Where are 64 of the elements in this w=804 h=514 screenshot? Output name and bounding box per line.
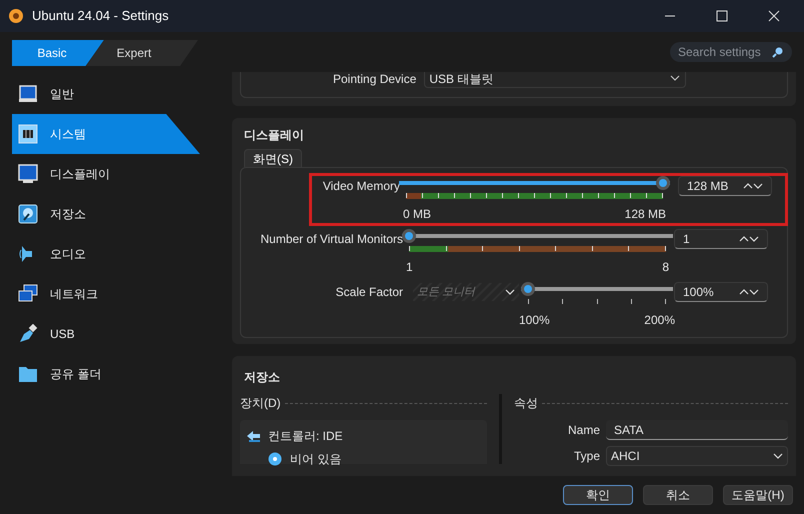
slider-thumb[interactable] <box>521 282 535 296</box>
folder-icon <box>18 364 38 384</box>
window-title: Ubuntu 24.04 - Settings <box>32 7 169 26</box>
section-title: 저장소 <box>244 369 281 386</box>
chevron-down-icon <box>749 287 759 297</box>
spin-box[interactable]: 1 <box>674 229 768 249</box>
usb-icon <box>18 324 38 344</box>
chevron-down-icon <box>749 234 759 244</box>
slider-label: Scale Factor <box>336 284 403 301</box>
chevron-down-icon <box>505 287 515 297</box>
slider-label: Number of Virtual Monitors <box>260 231 403 248</box>
slider-thumb[interactable] <box>402 229 416 243</box>
spin-box[interactable]: 100% <box>674 282 768 302</box>
group-label: 장치(D) <box>240 395 281 412</box>
scale-label: 0 MB <box>403 206 432 223</box>
scale-label: 200% <box>644 312 675 329</box>
monitor-icon <box>18 84 38 104</box>
field-label: Type <box>572 448 600 465</box>
tab[interactable]: 화면(S) <box>244 149 302 167</box>
sidebar-item[interactable]: 일반 <box>12 74 200 114</box>
dropdown[interactable]: USB 태블릿 <box>424 72 686 88</box>
scale-label: 100% <box>519 312 550 329</box>
sidebar-item[interactable]: 저장소 <box>12 194 200 234</box>
search-field[interactable]: Search settings <box>670 42 792 62</box>
scale-label: 8 <box>662 259 669 276</box>
scale-label: 128 MB <box>624 206 666 223</box>
close-icon <box>768 10 780 22</box>
input-field[interactable]: SATA <box>606 420 788 440</box>
sidebar-item[interactable]: 디스플레이 <box>12 154 200 194</box>
chevron-up-icon <box>739 234 749 244</box>
field-label: Name <box>566 422 600 439</box>
tree-item[interactable]: 컨트롤러: IDE <box>246 424 488 447</box>
dialog-button[interactable]: 도움말(H) <box>723 485 793 505</box>
slider-label: Video Memory <box>322 178 400 195</box>
chevron-up-icon <box>739 287 749 297</box>
sidebar-item[interactable]: USB <box>12 314 200 354</box>
dialog-button[interactable]: 취소 <box>643 485 713 505</box>
sidebar-item[interactable]: 오디오 <box>12 234 200 274</box>
sidebar-item[interactable]: 네트워크 <box>12 274 200 314</box>
search-icon <box>772 46 784 58</box>
monitor-icon <box>18 164 38 184</box>
mode-tab[interactable]: Expert <box>86 40 198 66</box>
tree-item[interactable]: 비어 있음 <box>246 447 488 470</box>
field-label: Pointing Device <box>333 72 416 86</box>
chip-icon <box>18 124 38 144</box>
slider[interactable] <box>399 176 670 190</box>
chevron-down-icon <box>773 451 783 461</box>
mode-tab[interactable]: Basic <box>12 40 104 66</box>
spin-box[interactable]: 128 MB <box>678 176 772 196</box>
sidebar-item[interactable]: 공유 폴더 <box>12 354 200 394</box>
dropdown[interactable]: AHCI <box>606 446 788 466</box>
network-icon <box>18 284 38 304</box>
sidebar-item[interactable]: 시스템 <box>12 114 200 154</box>
disc-icon <box>268 452 282 466</box>
maximize-icon <box>716 10 728 22</box>
slider[interactable] <box>402 229 673 243</box>
chevron-up-icon <box>743 181 753 191</box>
chevron-down-icon <box>753 181 763 191</box>
group-label: 속성 <box>514 395 538 412</box>
controller-icon <box>246 428 260 442</box>
section-title: 디스플레이 <box>244 127 305 144</box>
slider-thumb[interactable] <box>656 176 670 190</box>
dialog-button[interactable]: 확인 <box>563 485 633 505</box>
scale-label: 1 <box>406 259 413 276</box>
